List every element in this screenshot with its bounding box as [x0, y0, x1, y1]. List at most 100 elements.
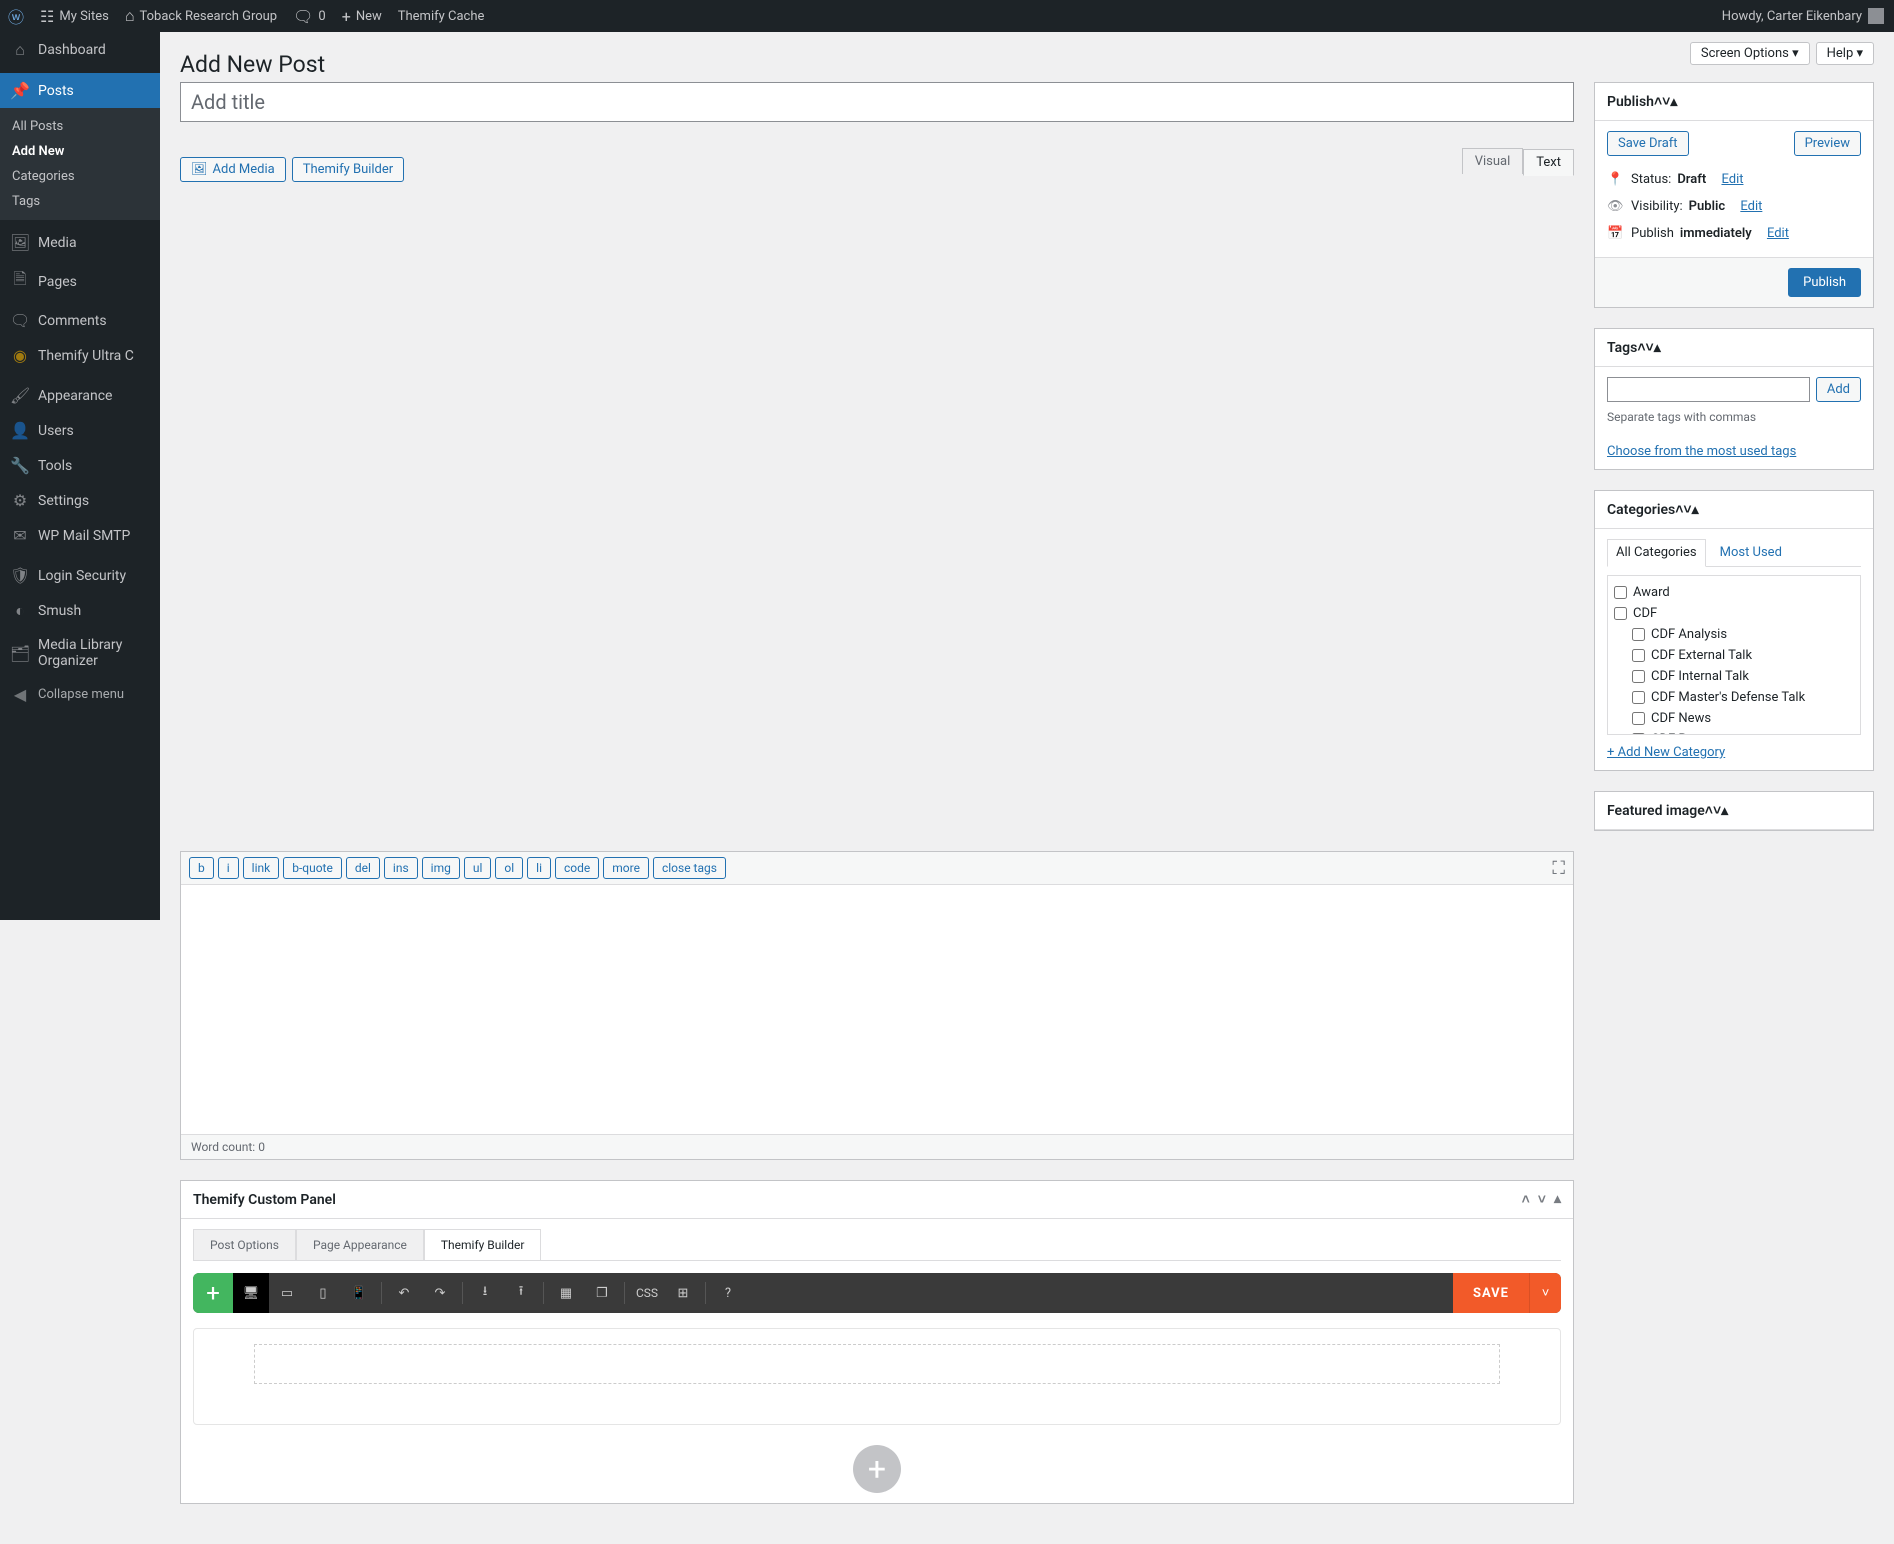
- tags-input[interactable]: [1607, 377, 1810, 402]
- publish-button[interactable]: Publish: [1788, 268, 1861, 297]
- tablet-portrait-icon[interactable]: ▯: [305, 1273, 341, 1313]
- tab-visual[interactable]: Visual: [1462, 148, 1524, 174]
- my-sites[interactable]: ☷My Sites: [32, 0, 117, 32]
- toggle-icon[interactable]: ▴: [1670, 94, 1677, 110]
- user-greeting[interactable]: Howdy, Carter Eikenbary: [1722, 8, 1894, 24]
- menu-users[interactable]: 👤Users: [0, 413, 160, 448]
- duplicate-icon[interactable]: ❐: [584, 1273, 620, 1313]
- category-item[interactable]: CDF External Talk: [1612, 645, 1856, 666]
- order-down-icon[interactable]: ˅: [1646, 340, 1654, 356]
- category-item[interactable]: CDF Paper: [1612, 729, 1856, 735]
- category-checkbox[interactable]: [1632, 691, 1645, 704]
- menu-wp-mail[interactable]: ✉WP Mail SMTP: [0, 518, 160, 553]
- themify-cache[interactable]: Themify Cache: [390, 0, 493, 32]
- menu-themify-ultra[interactable]: ◉Themify Ultra C: [0, 338, 160, 373]
- comments-link[interactable]: 🗨0: [285, 0, 334, 32]
- menu-pages[interactable]: 🗎Pages: [0, 260, 160, 303]
- category-item[interactable]: CDF Internal Talk: [1612, 666, 1856, 687]
- tab-most-used[interactable]: Most Used: [1716, 539, 1786, 566]
- menu-posts[interactable]: 📌Posts: [0, 73, 160, 108]
- category-checkbox[interactable]: [1632, 733, 1645, 735]
- tablet-landscape-icon[interactable]: ▭: [269, 1273, 305, 1313]
- qt-code[interactable]: code: [555, 857, 599, 879]
- themify-builder-button[interactable]: Themify Builder: [292, 157, 405, 182]
- redo-icon[interactable]: ↷: [422, 1273, 458, 1313]
- category-checkbox[interactable]: [1614, 607, 1627, 620]
- builder-save-button[interactable]: SAVE: [1453, 1273, 1529, 1313]
- category-checkbox[interactable]: [1632, 670, 1645, 683]
- mobile-icon[interactable]: 📱: [341, 1273, 377, 1313]
- grid-icon[interactable]: ⊞: [665, 1273, 701, 1313]
- qt-more[interactable]: more: [603, 857, 649, 879]
- builder-canvas[interactable]: [193, 1328, 1561, 1425]
- qt-ins[interactable]: ins: [384, 857, 418, 879]
- toggle-icon[interactable]: ▴: [1554, 1191, 1561, 1208]
- choose-tags-link[interactable]: Choose from the most used tags: [1607, 444, 1796, 459]
- qt-ul[interactable]: ul: [464, 857, 492, 879]
- menu-appearance[interactable]: 🖌Appearance: [0, 378, 160, 413]
- add-new-category-link[interactable]: + Add New Category: [1607, 745, 1725, 760]
- category-item[interactable]: Award: [1612, 582, 1856, 603]
- wp-logo[interactable]: ⓦ: [0, 0, 32, 32]
- builder-drop-zone[interactable]: [254, 1344, 1500, 1384]
- undo-icon[interactable]: ↶: [386, 1273, 422, 1313]
- order-down-icon[interactable]: ˅: [1538, 1191, 1546, 1208]
- import-icon[interactable]: ⭳: [467, 1273, 503, 1313]
- order-up-icon[interactable]: ˄: [1522, 1191, 1530, 1208]
- help-tab[interactable]: Help ▾: [1816, 42, 1874, 65]
- category-item[interactable]: CDF News: [1612, 708, 1856, 729]
- site-name[interactable]: ⌂Toback Research Group: [117, 0, 285, 32]
- desktop-view-icon[interactable]: 🖥: [233, 1273, 269, 1313]
- new-content[interactable]: +New: [334, 0, 390, 32]
- tab-post-options[interactable]: Post Options: [193, 1229, 296, 1260]
- order-up-icon[interactable]: ˄: [1705, 803, 1713, 819]
- menu-media[interactable]: 🖼Media: [0, 225, 160, 260]
- order-up-icon[interactable]: ˄: [1654, 94, 1662, 110]
- collapse-menu[interactable]: ◀Collapse menu: [0, 677, 160, 712]
- edit-schedule-link[interactable]: Edit: [1767, 226, 1789, 241]
- toggle-icon[interactable]: ▴: [1654, 340, 1661, 356]
- qt-img[interactable]: img: [422, 857, 460, 879]
- toggle-icon[interactable]: ▴: [1692, 502, 1699, 518]
- edit-visibility-link[interactable]: Edit: [1740, 199, 1762, 214]
- save-draft-button[interactable]: Save Draft: [1607, 131, 1689, 156]
- category-checkbox[interactable]: [1632, 649, 1645, 662]
- menu-tools[interactable]: 🔧Tools: [0, 448, 160, 483]
- css-button[interactable]: CSS: [629, 1273, 665, 1313]
- order-down-icon[interactable]: ˅: [1683, 502, 1691, 518]
- submenu-add-new[interactable]: Add New: [0, 139, 160, 164]
- builder-save-dropdown[interactable]: ˅: [1529, 1273, 1561, 1313]
- edit-status-link[interactable]: Edit: [1721, 172, 1743, 187]
- qt-b-quote[interactable]: b-quote: [283, 857, 342, 879]
- tab-page-appearance[interactable]: Page Appearance: [296, 1229, 424, 1260]
- export-icon[interactable]: ⭱: [503, 1273, 539, 1313]
- tab-all-categories[interactable]: All Categories: [1607, 539, 1706, 567]
- category-item[interactable]: CDF Master's Defense Talk: [1612, 687, 1856, 708]
- menu-dashboard[interactable]: ⌂Dashboard: [0, 32, 160, 68]
- qt-link[interactable]: link: [243, 857, 280, 879]
- preview-button[interactable]: Preview: [1794, 131, 1861, 156]
- layout-icon[interactable]: ▦: [548, 1273, 584, 1313]
- category-checkbox[interactable]: [1614, 586, 1627, 599]
- submenu-tags[interactable]: Tags: [0, 189, 160, 214]
- title-input[interactable]: [180, 82, 1574, 122]
- menu-comments[interactable]: 🗨Comments: [0, 303, 160, 338]
- menu-login-security[interactable]: 🛡Login Security: [0, 558, 160, 593]
- qt-ol[interactable]: ol: [495, 857, 523, 879]
- menu-media-library-organizer[interactable]: 🗂Media Library Organizer: [0, 629, 160, 677]
- builder-add-button[interactable]: +: [193, 1273, 233, 1313]
- qt-del[interactable]: del: [346, 857, 380, 879]
- fullscreen-icon[interactable]: ⛶: [1552, 858, 1565, 879]
- submenu-all-posts[interactable]: All Posts: [0, 114, 160, 139]
- qt-i[interactable]: i: [218, 857, 239, 879]
- add-tag-button[interactable]: Add: [1816, 377, 1861, 402]
- tab-text[interactable]: Text: [1523, 149, 1574, 176]
- order-up-icon[interactable]: ˄: [1637, 340, 1645, 356]
- qt-close-tags[interactable]: close tags: [653, 857, 726, 879]
- help-icon[interactable]: ?: [710, 1273, 746, 1313]
- builder-add-row-button[interactable]: +: [853, 1445, 901, 1493]
- menu-settings[interactable]: ⚙Settings: [0, 483, 160, 518]
- add-media-button[interactable]: 🖼Add Media: [180, 157, 286, 182]
- toggle-icon[interactable]: ▴: [1721, 803, 1728, 819]
- menu-smush[interactable]: ◐Smush: [0, 593, 160, 629]
